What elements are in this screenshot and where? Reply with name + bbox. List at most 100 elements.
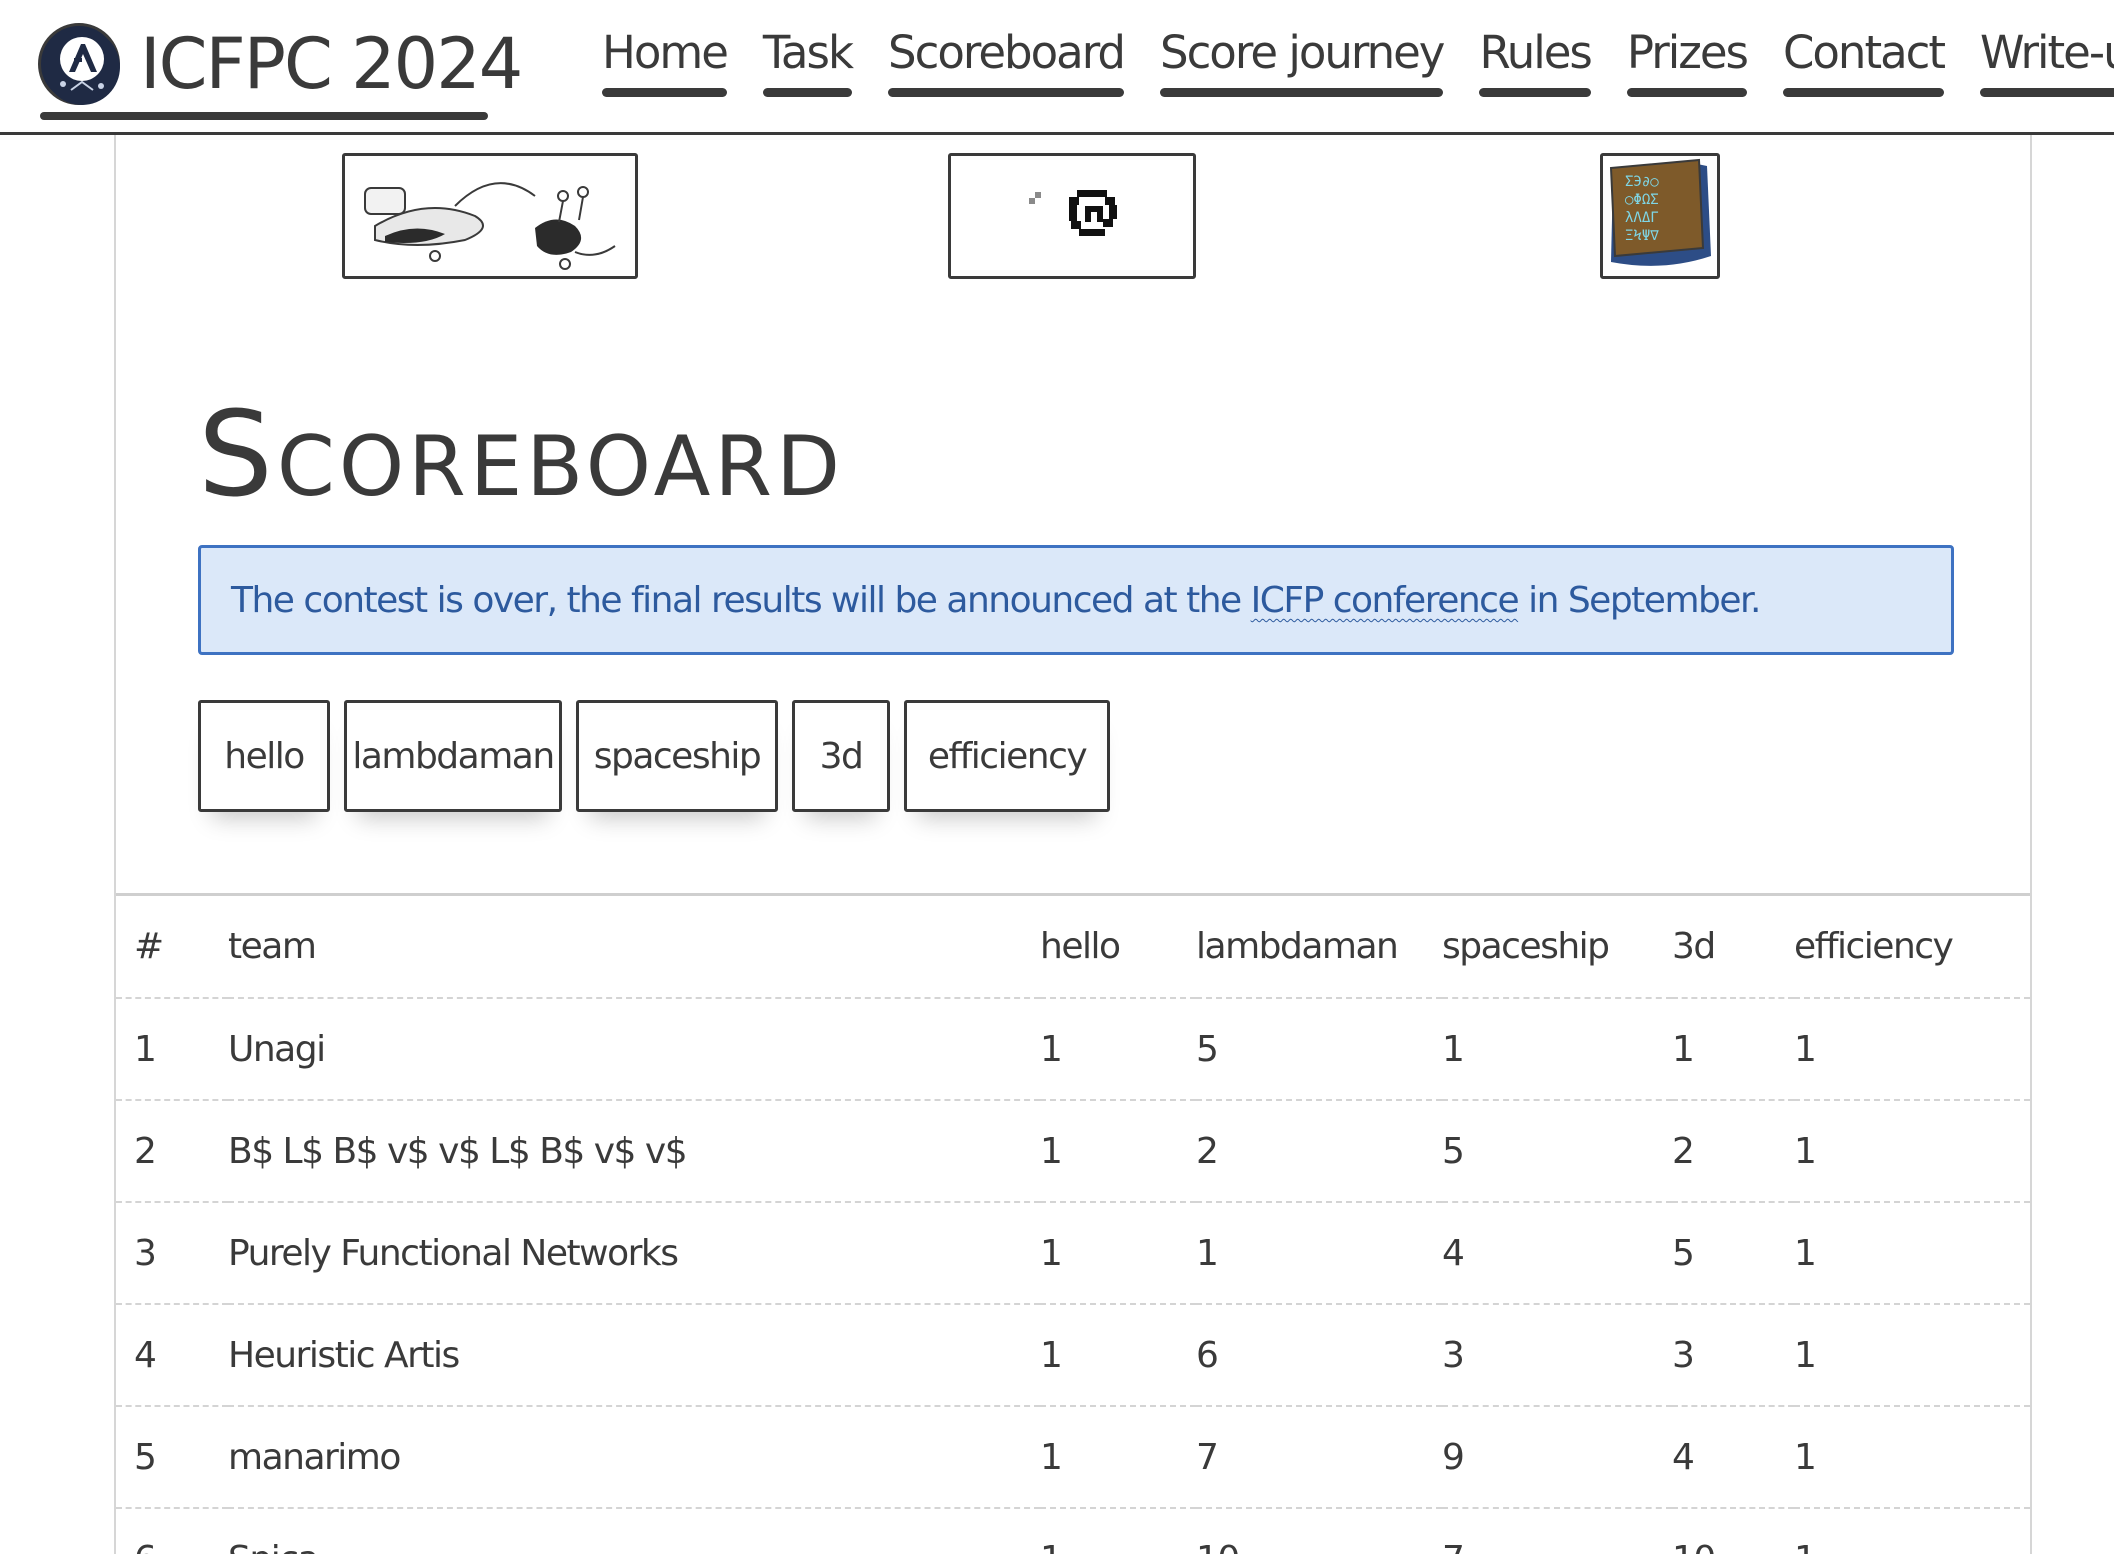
- alert-text-before: The contest is over, the final results w…: [231, 580, 1251, 621]
- cell-efficiency: 1: [1794, 998, 2030, 1101]
- nav-underline: [602, 88, 727, 97]
- cell-team[interactable]: Unagi: [228, 998, 1040, 1101]
- nav-contact[interactable]: Contact: [1782, 14, 1946, 104]
- nav-write-ups[interactable]: Write-ups: [1980, 14, 2114, 104]
- nav-underline: [888, 88, 1124, 97]
- cell-spaceship: 1: [1442, 998, 1672, 1101]
- alien-tablet-illustration: ΣЭ∂○ ○ΦΩΣ λΛΔΓ ΞϞΨ∇: [1600, 153, 1720, 279]
- table-row: 3 Purely Functional Networks 1 1 4 5 1: [116, 1202, 2030, 1305]
- nav-contact-label: Contact: [1782, 26, 1946, 79]
- cell-lambdaman: 10: [1196, 1508, 1442, 1554]
- cell-rank: 4: [116, 1304, 228, 1407]
- cell-hello: 1: [1040, 1304, 1196, 1407]
- contest-over-alert: The contest is over, the final results w…: [198, 545, 1954, 655]
- col-header-rank[interactable]: #: [116, 896, 228, 999]
- page-title: Scoreboard: [198, 385, 845, 523]
- svg-text:○ΦΩΣ: ○ΦΩΣ: [1625, 192, 1659, 208]
- pixel-glyph-illustration: [948, 153, 1196, 279]
- tab-3d[interactable]: 3d: [792, 700, 890, 812]
- cell-lambdaman: 7: [1196, 1406, 1442, 1509]
- cell-rank: 1: [116, 998, 228, 1101]
- nav-rules-label: Rules: [1479, 26, 1592, 79]
- table-header-row: # team hello lambdaman spaceship 3d effi…: [116, 896, 2030, 999]
- main-nav: Home Task Scoreboard Score journey Rules…: [602, 14, 2114, 104]
- nav-prizes-label: Prizes: [1626, 26, 1749, 79]
- nav-scoreboard[interactable]: Scoreboard: [888, 14, 1126, 104]
- cell-lambdaman: 1: [1196, 1202, 1442, 1305]
- cell-spaceship: 3: [1442, 1304, 1672, 1407]
- task-filter-tabs: hello lambdaman spaceship 3d efficiency: [198, 700, 1124, 812]
- col-header-lambdaman[interactable]: lambdaman: [1196, 896, 1442, 999]
- cell-spaceship: 5: [1442, 1100, 1672, 1203]
- icfpc-logo-icon: [38, 22, 120, 105]
- nav-underline: [1479, 88, 1591, 97]
- col-header-hello[interactable]: hello: [1040, 896, 1196, 999]
- tab-hello[interactable]: hello: [198, 700, 330, 812]
- cell-3d: 4: [1672, 1406, 1794, 1509]
- site-header: ICFPC 2024 Home Task Scoreboard Score jo…: [0, 0, 2114, 135]
- tab-lambdaman[interactable]: lambdaman: [344, 700, 562, 812]
- col-header-team[interactable]: team: [228, 896, 1040, 999]
- cell-spaceship: 9: [1442, 1406, 1672, 1509]
- cell-lambdaman: 5: [1196, 998, 1442, 1101]
- svg-text:ΞϞΨ∇: ΞϞΨ∇: [1625, 228, 1659, 244]
- spaceship-alien-illustration: [342, 153, 638, 279]
- col-header-spaceship[interactable]: spaceship: [1442, 896, 1672, 999]
- nav-home-label: Home: [602, 26, 729, 79]
- nav-task-label: Task: [762, 26, 854, 79]
- cell-team[interactable]: B$ L$ B$ v$ v$ L$ B$ v$ v$: [228, 1100, 1040, 1203]
- table-row: 6 Spica 1 10 7 10 1: [116, 1508, 2030, 1554]
- cell-3d: 10: [1672, 1508, 1794, 1554]
- nav-home[interactable]: Home: [602, 14, 729, 104]
- tab-efficiency[interactable]: efficiency: [904, 700, 1110, 812]
- cell-rank: 2: [116, 1100, 228, 1203]
- cell-efficiency: 1: [1794, 1508, 2030, 1554]
- tab-spaceship[interactable]: spaceship: [576, 700, 778, 812]
- main-content: ΣЭ∂○ ○ΦΩΣ λΛΔΓ ΞϞΨ∇ Scoreboard The conte…: [114, 135, 2032, 1554]
- cell-spaceship: 4: [1442, 1202, 1672, 1305]
- cell-team[interactable]: Purely Functional Networks: [228, 1202, 1040, 1305]
- brand-link[interactable]: ICFPC 2024: [38, 6, 523, 121]
- cell-3d: 5: [1672, 1202, 1794, 1305]
- nav-task[interactable]: Task: [762, 14, 854, 104]
- cell-lambdaman: 2: [1196, 1100, 1442, 1203]
- cell-efficiency: 1: [1794, 1202, 2030, 1305]
- cell-team[interactable]: manarimo: [228, 1406, 1040, 1509]
- nav-underline: [1782, 88, 1945, 97]
- cell-rank: 6: [116, 1508, 228, 1554]
- nav-score-journey[interactable]: Score journey: [1160, 14, 1445, 104]
- nav-prizes[interactable]: Prizes: [1626, 14, 1749, 104]
- cell-3d: 1: [1672, 998, 1794, 1101]
- col-header-efficiency[interactable]: efficiency: [1794, 896, 2030, 999]
- nav-scoreboard-label: Scoreboard: [888, 26, 1126, 79]
- cell-spaceship: 7: [1442, 1508, 1672, 1554]
- nav-write-ups-label: Write-ups: [1980, 26, 2114, 79]
- cell-team[interactable]: Heuristic Artis: [228, 1304, 1040, 1407]
- nav-underline: [1626, 88, 1747, 97]
- cell-team[interactable]: Spica: [228, 1508, 1040, 1554]
- svg-text:λΛΔΓ: λΛΔΓ: [1625, 210, 1659, 226]
- nav-rules[interactable]: Rules: [1479, 14, 1593, 104]
- alert-text-after: in September.: [1518, 580, 1761, 621]
- nav-underline: [1160, 88, 1444, 97]
- cell-hello: 1: [1040, 998, 1196, 1101]
- table-row: 5 manarimo 1 7 9 4 1: [116, 1406, 2030, 1509]
- nav-underline: [1980, 88, 2114, 97]
- brand-title: ICFPC 2024: [140, 22, 523, 105]
- icfp-conference-link[interactable]: ICFP conference: [1251, 580, 1520, 621]
- nav-underline: [762, 88, 853, 97]
- scoreboard-table: # team hello lambdaman spaceship 3d effi…: [116, 896, 2030, 1554]
- cell-lambdaman: 6: [1196, 1304, 1442, 1407]
- cell-3d: 3: [1672, 1304, 1794, 1407]
- brand-underline: [40, 112, 488, 120]
- table-row: 1 Unagi 1 5 1 1 1: [116, 998, 2030, 1101]
- svg-text:ΣЭ∂○: ΣЭ∂○: [1625, 174, 1659, 190]
- cell-rank: 5: [116, 1406, 228, 1509]
- col-header-3d[interactable]: 3d: [1672, 896, 1794, 999]
- cell-hello: 1: [1040, 1406, 1196, 1509]
- alert-message: The contest is over, the final results w…: [231, 580, 1761, 621]
- cell-rank: 3: [116, 1202, 228, 1305]
- cell-efficiency: 1: [1794, 1100, 2030, 1203]
- cell-hello: 1: [1040, 1202, 1196, 1305]
- cell-efficiency: 1: [1794, 1304, 2030, 1407]
